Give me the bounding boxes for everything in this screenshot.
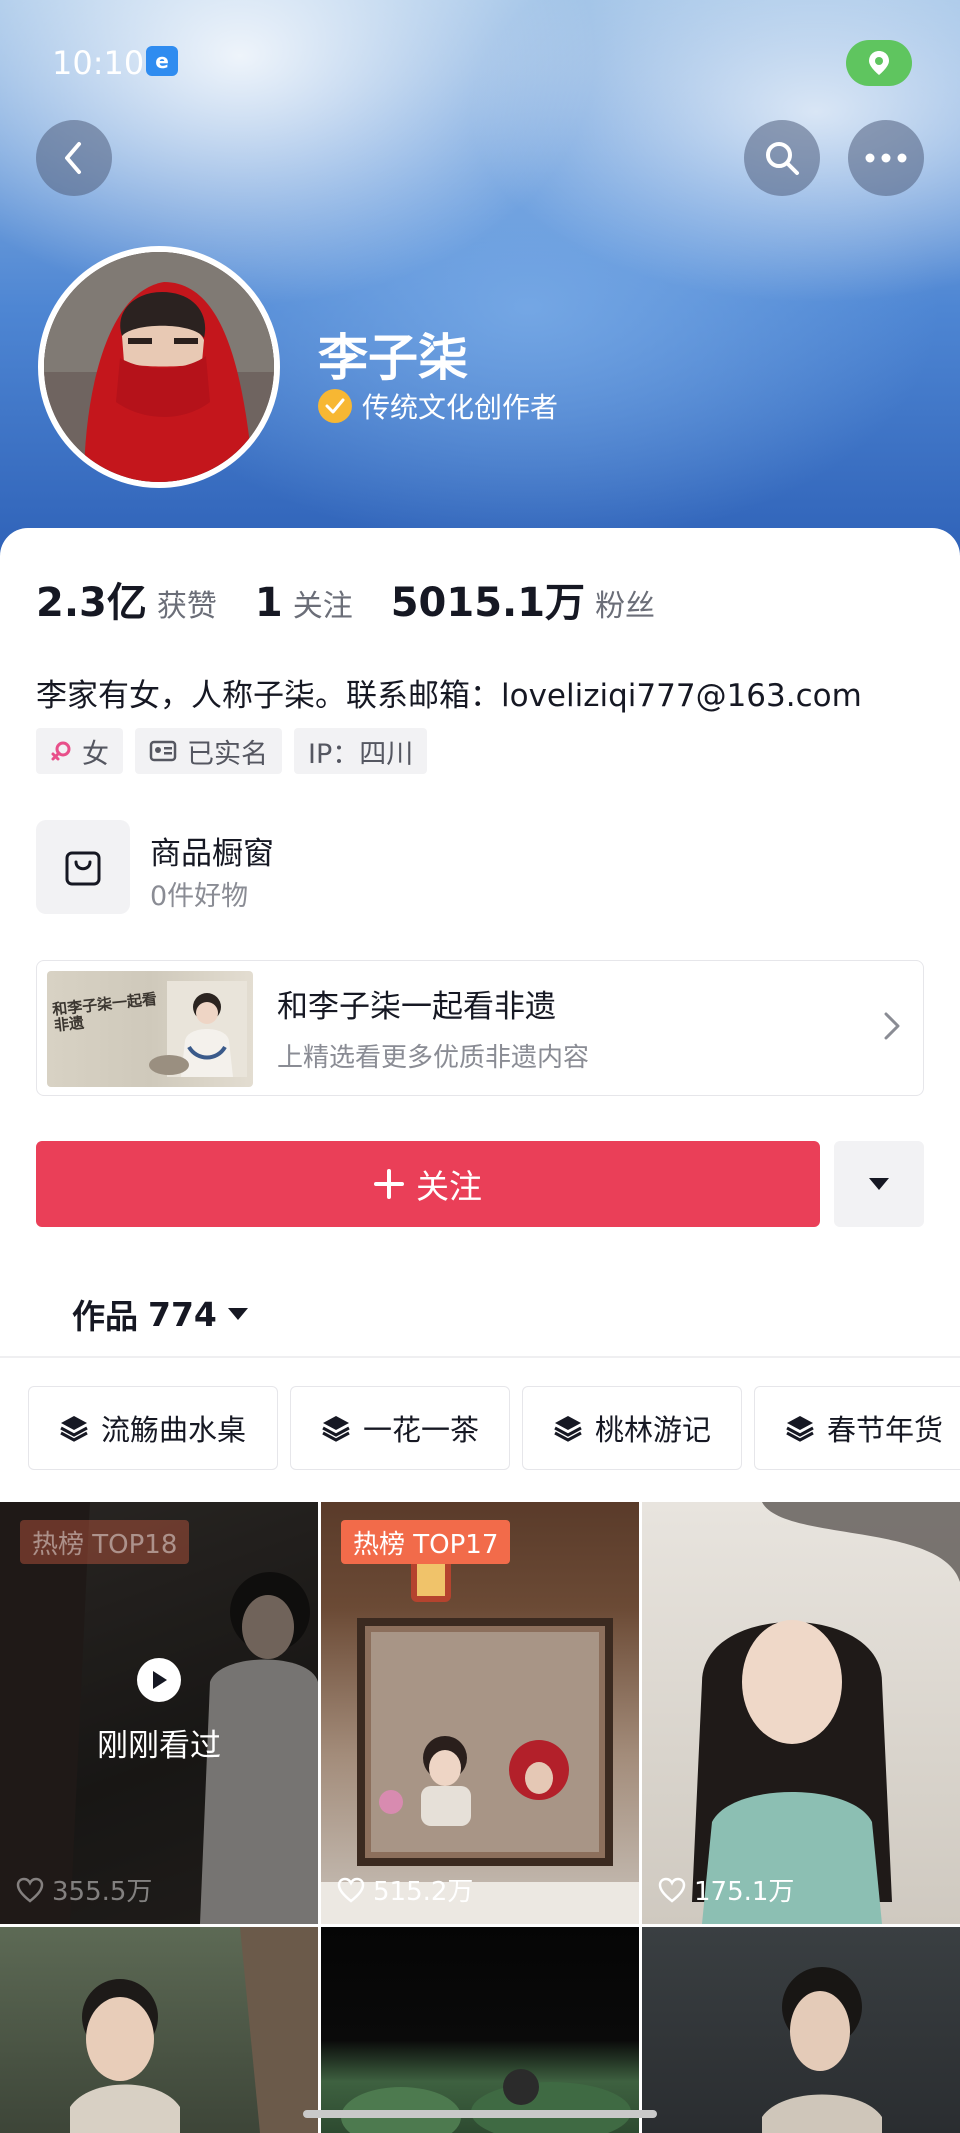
video-thumbnail[interactable]: 热榜 TOP17 515.2万 — [321, 1502, 639, 1924]
play-icon — [137, 1658, 181, 1702]
followers-label[interactable]: 粉丝 — [595, 581, 655, 625]
video-thumbnail[interactable] — [642, 1927, 960, 2133]
status-time: 10:10 — [52, 44, 145, 82]
rank-badge: 热榜 TOP17 — [341, 1520, 511, 1564]
follow-label: 关注 — [416, 1167, 482, 1206]
id-card-icon — [149, 740, 177, 762]
collection-item[interactable]: 春节年货 — [754, 1386, 960, 1470]
location-pin-icon — [846, 40, 912, 86]
likes-count: 515.2万 — [373, 1877, 474, 1907]
likes-row: 355.5万 — [16, 1871, 152, 1908]
recently-watched-label: 刚刚看过 — [97, 1728, 221, 1764]
verified-id-tag: 已实名 — [135, 728, 282, 774]
more-button[interactable] — [848, 120, 924, 196]
likes-count: 175.1万 — [694, 1877, 795, 1907]
collection-item[interactable]: 桃林游记 — [522, 1386, 742, 1470]
profile-name: 李子柒 — [318, 329, 468, 387]
promo-subtitle: 上精选看更多优质非遗内容 — [277, 1043, 590, 1073]
following-count[interactable]: 1 — [255, 580, 283, 626]
home-indicator[interactable] — [303, 2110, 657, 2118]
collection-label: 桃林游记 — [595, 1413, 712, 1447]
following-label[interactable]: 关注 — [293, 581, 353, 625]
browser-app-icon: e — [146, 46, 178, 76]
verification-label: 传统文化创作者 — [362, 391, 559, 424]
chevron-left-icon — [65, 142, 81, 174]
avatar[interactable] — [38, 246, 280, 488]
shop-window-icon-box[interactable] — [36, 820, 130, 914]
heritage-promo-card[interactable]: 和李子柒一起看非遗 和李子柒一起看非遗 上精选看更多优质非遗内容 — [36, 960, 924, 1096]
likes-row: 175.1万 — [658, 1871, 794, 1908]
ip-location-label: IP：四川 — [308, 738, 414, 770]
follow-button[interactable]: 关注 — [36, 1141, 820, 1227]
rank-badge: 热榜 TOP18 — [20, 1520, 190, 1564]
collection-label: 一花一茶 — [363, 1413, 480, 1447]
likes-row: 515.2万 — [337, 1871, 473, 1908]
verified-id-label: 已实名 — [187, 738, 268, 770]
stats-row: 2.3亿 获赞 1 关注 5015.1万 粉丝 — [36, 570, 693, 628]
plus-icon — [374, 1160, 404, 1209]
back-button[interactable] — [36, 120, 112, 196]
collection-item[interactable]: 一花一茶 — [290, 1386, 510, 1470]
likes-count[interactable]: 2.3亿 — [36, 570, 147, 628]
more-actions-dropdown[interactable] — [834, 1141, 924, 1227]
likes-label[interactable]: 获赞 — [157, 581, 217, 625]
collection-list: 流觞曲水桌 一花一茶 桃林游记 春节年货 — [28, 1386, 960, 1470]
layers-icon — [785, 1414, 815, 1442]
check-badge-icon — [318, 389, 352, 423]
layers-icon — [321, 1414, 351, 1442]
search-button[interactable] — [744, 120, 820, 196]
followers-count[interactable]: 5015.1万 — [391, 570, 585, 628]
tab-works[interactable]: 作品 774 — [72, 1290, 249, 1338]
watched-overlay — [0, 1502, 318, 1924]
bio-text: 李家有女，人称子柒。联系邮箱：loveliziqi777@163.com — [36, 678, 862, 714]
female-icon — [50, 740, 72, 762]
layers-icon — [59, 1414, 89, 1442]
likes-count: 355.5万 — [52, 1877, 153, 1907]
heart-icon — [337, 1877, 365, 1903]
works-count: 774 — [148, 1294, 217, 1334]
collection-label: 春节年货 — [827, 1413, 944, 1447]
chevron-right-icon — [883, 1011, 901, 1045]
works-label: 作品 — [72, 1297, 138, 1336]
shopping-bag-icon — [65, 851, 101, 886]
more-dots-icon — [865, 153, 907, 163]
heart-icon — [16, 1877, 44, 1903]
caret-down-icon — [869, 1178, 889, 1190]
video-thumbnail[interactable]: 175.1万 — [642, 1502, 960, 1924]
collection-item[interactable]: 流觞曲水桌 — [28, 1386, 278, 1470]
layers-icon — [553, 1414, 583, 1442]
gender-tag: 女 — [36, 728, 123, 774]
promo-thumbnail: 和李子柒一起看非遗 — [47, 971, 253, 1087]
heart-icon — [658, 1877, 686, 1903]
video-thumbnail[interactable] — [0, 1927, 318, 2133]
ip-location-tag: IP：四川 — [294, 728, 428, 774]
status-bar: 10:10 e — [0, 0, 960, 120]
collection-label: 流觞曲水桌 — [101, 1413, 247, 1447]
gender-label: 女 — [82, 738, 109, 770]
video-thumbnail[interactable] — [321, 1927, 639, 2133]
video-thumbnail[interactable]: 热榜 TOP18 刚刚看过 355.5万 — [0, 1502, 318, 1924]
shop-window-title[interactable]: 商品橱窗 — [150, 828, 274, 873]
shop-window-subtitle: 0件好物 — [150, 881, 249, 912]
search-icon — [766, 142, 799, 175]
verification-row: 传统文化创作者 — [318, 386, 558, 426]
caret-down-icon — [227, 1307, 249, 1321]
tag-list: 女 已实名 IP：四川 — [36, 728, 439, 774]
tab-divider — [0, 1356, 960, 1358]
video-grid: 热榜 TOP18 刚刚看过 355.5万 热榜 TOP17 515.2万 175… — [0, 1502, 960, 2133]
promo-title: 和李子柒一起看非遗 — [277, 989, 556, 1025]
